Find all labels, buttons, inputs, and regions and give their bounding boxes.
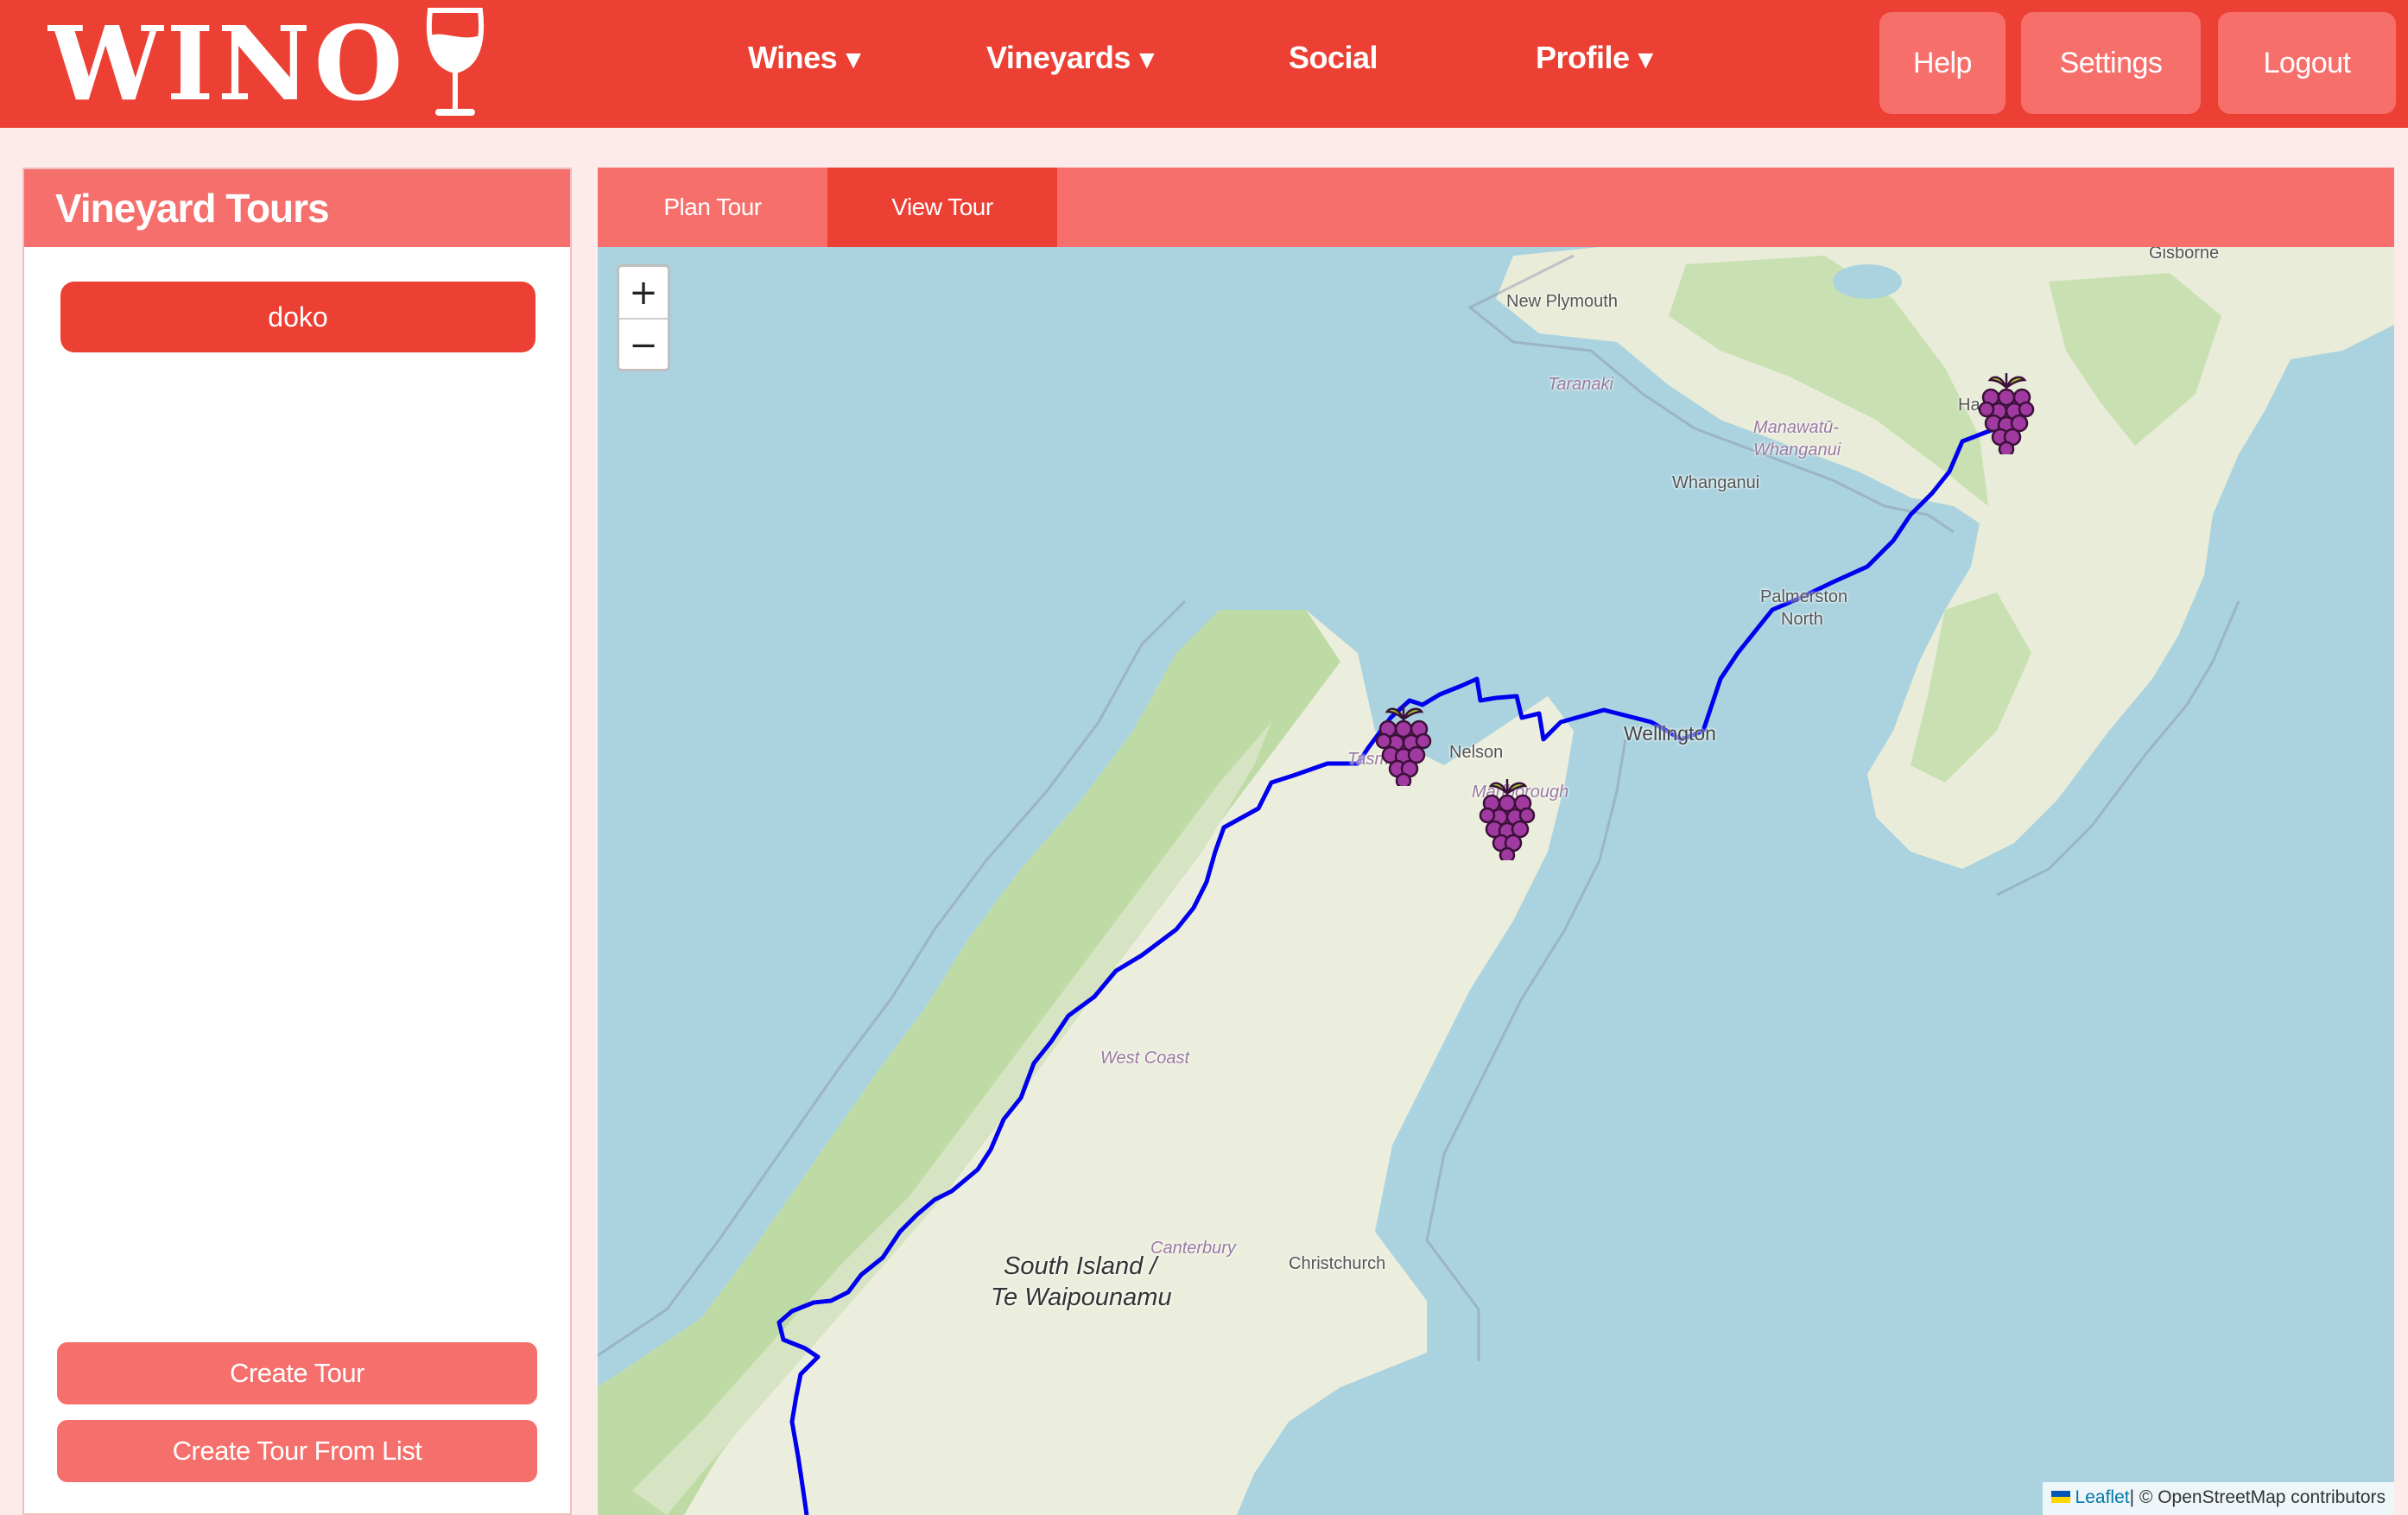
grapes-icon[interactable] [1477,774,1537,860]
tour-list-item[interactable]: doko [60,282,535,352]
map-label-whanganui-region: Whanganui [1753,441,1841,460]
map-label-manawatu: Manawatū- [1753,418,1839,437]
nav-profile-label: Profile [1536,40,1630,75]
tab-view-tour[interactable]: View Tour [827,168,1057,247]
map-label-gisborne: Gisborne [2149,247,2220,263]
help-button[interactable]: Help [1879,12,2006,114]
nav-social-label: Social [1289,40,1378,75]
nav-wines-label: Wines [748,40,838,75]
top-navbar: WINO Wines ▼ Vineyards ▼ Social Profile ▼ H… [0,0,2408,128]
nav-social-link[interactable]: Social [1289,40,1378,76]
vineyard-tours-panel: Vineyard Tours doko Create Tour Create T… [22,168,572,1515]
map-label-christchurch: Christchurch [1289,1254,1386,1273]
map-label-south-island-2: Te Waipounamu [991,1284,1172,1311]
tour-map-panel: Plan Tour View Tour Gisborne New Plymout… [598,168,2394,1515]
logout-button[interactable]: Logout [2218,12,2396,114]
map-label-whanganui: Whanganui [1672,473,1760,492]
zoom-out-button[interactable]: − [619,318,668,369]
map-label-west-coast: West Coast [1100,1049,1189,1068]
panel-title: Vineyard Tours [24,169,570,247]
chevron-down-icon: ▼ [1133,46,1160,74]
zoom-control: + − [617,264,670,371]
wine-glass-icon [427,8,485,116]
nav-wines-dropdown[interactable]: Wines ▼ [748,40,866,76]
logo-text: WINO [48,3,407,124]
grapes-icon[interactable] [1976,368,2037,454]
map-label-new-plymouth: New Plymouth [1506,292,1618,311]
wino-logo[interactable]: WINO [48,5,492,123]
tab-plan-tour[interactable]: Plan Tour [598,168,827,247]
zoom-in-button[interactable]: + [619,267,668,318]
nav-vineyards-label: Vineyards [986,40,1131,75]
chevron-down-icon: ▼ [1632,46,1659,74]
map-label-palmerston-north: Palmerston [1760,587,1848,606]
map-label-palmerston-north-2: North [1781,610,1823,629]
tab-bar: Plan Tour View Tour [598,168,2394,247]
nav-profile-dropdown[interactable]: Profile ▼ [1536,40,1658,76]
map-attribution: Leaflet | © OpenStreetMap contributors [2042,1482,2394,1515]
settings-button[interactable]: Settings [2021,12,2201,114]
create-tour-button[interactable]: Create Tour [57,1342,537,1404]
map-tiles [598,247,2394,1515]
map-label-canterbury: Canterbury [1150,1239,1236,1258]
create-tour-from-list-button[interactable]: Create Tour From List [57,1420,537,1482]
map-view[interactable]: Gisborne New Plymouth Taranaki Manawatū-… [598,247,2394,1515]
map-label-nelson: Nelson [1449,743,1504,762]
chevron-down-icon: ▼ [840,46,866,74]
map-label-south-island: South Island / [1004,1252,1157,1280]
map-label-taranaki: Taranaki [1548,375,1613,394]
nav-vineyards-dropdown[interactable]: Vineyards ▼ [986,40,1160,76]
grapes-icon[interactable] [1373,700,1434,786]
map-label-wellington: Wellington [1624,722,1716,745]
leaflet-link[interactable]: Leaflet [2075,1487,2130,1508]
osm-attribution-text: | © OpenStreetMap contributors [2129,1487,2386,1507]
